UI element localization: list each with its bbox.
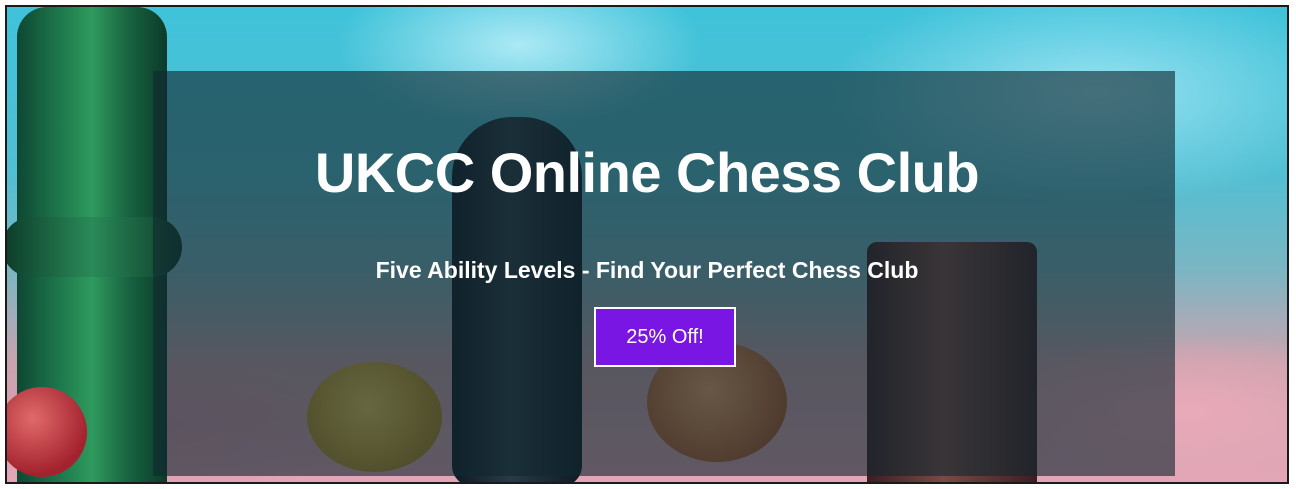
hero-title: UKCC Online Chess Club	[314, 141, 980, 204]
discount-button[interactable]: 25% Off!	[594, 307, 736, 367]
hero-subtitle: Five Ability Levels - Find Your Perfect …	[375, 257, 919, 283]
hero-banner: UKCC Online Chess Club Five Ability Leve…	[5, 5, 1289, 484]
